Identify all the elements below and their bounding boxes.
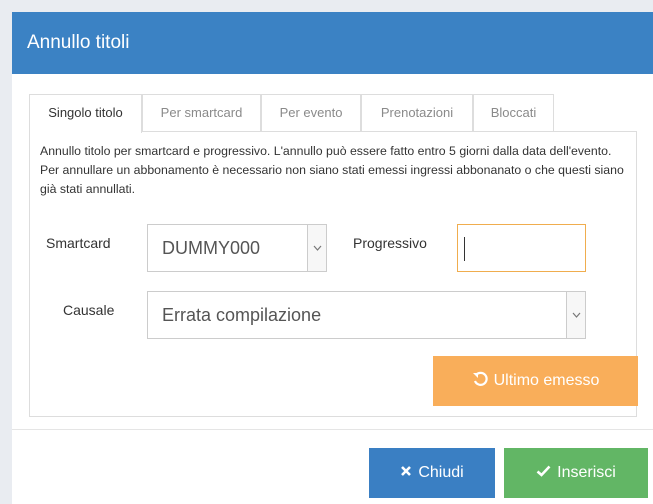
annullo-titoli-dialog: Annullo titoli Singolo titolo Per smartc… (12, 12, 653, 504)
tab-per-evento[interactable]: Per evento (261, 94, 361, 132)
tab-singolo-titolo[interactable]: Singolo titolo (29, 94, 142, 133)
check-icon (536, 464, 551, 482)
chiudi-label: Chiudi (418, 464, 464, 481)
causale-select[interactable]: Errata compilazione (147, 291, 586, 339)
dialog-title: Annullo titoli (27, 32, 130, 53)
undo-icon (472, 371, 488, 392)
ultimo-emesso-button[interactable]: Ultimo emesso (433, 356, 638, 406)
info-text: Annullo titolo per smartcard e progressi… (40, 144, 624, 196)
progressivo-label: Progressivo (353, 235, 427, 251)
smartcard-select[interactable]: DUMMY000 (147, 224, 327, 272)
smartcard-value: DUMMY000 (162, 238, 261, 258)
chevron-down-icon (566, 292, 585, 338)
tab-per-smartcard[interactable]: Per smartcard (142, 94, 261, 132)
inserisci-label: Inserisci (557, 464, 616, 481)
dialog-header: Annullo titoli (12, 12, 653, 74)
smartcard-label: Smartcard (46, 235, 111, 251)
progressivo-input[interactable] (457, 224, 586, 272)
close-icon (400, 464, 412, 482)
text-caret (464, 237, 465, 261)
inserisci-button[interactable]: Inserisci (504, 448, 648, 498)
tab-bloccati[interactable]: Bloccati (473, 94, 554, 132)
tab-prenotazioni[interactable]: Prenotazioni (361, 94, 473, 132)
chevron-down-icon (307, 225, 326, 271)
tab-panel-singolo-titolo: Annullo titolo per smartcard e progressi… (29, 131, 638, 417)
chiudi-button[interactable]: Chiudi (369, 448, 495, 498)
causale-label: Causale (63, 302, 115, 318)
footer-divider (12, 429, 653, 430)
tab-bar: Singolo titolo Per smartcard Per evento … (29, 94, 637, 133)
causale-value: Errata compilazione (162, 305, 322, 325)
ultimo-emesso-label: Ultimo emesso (493, 372, 600, 389)
